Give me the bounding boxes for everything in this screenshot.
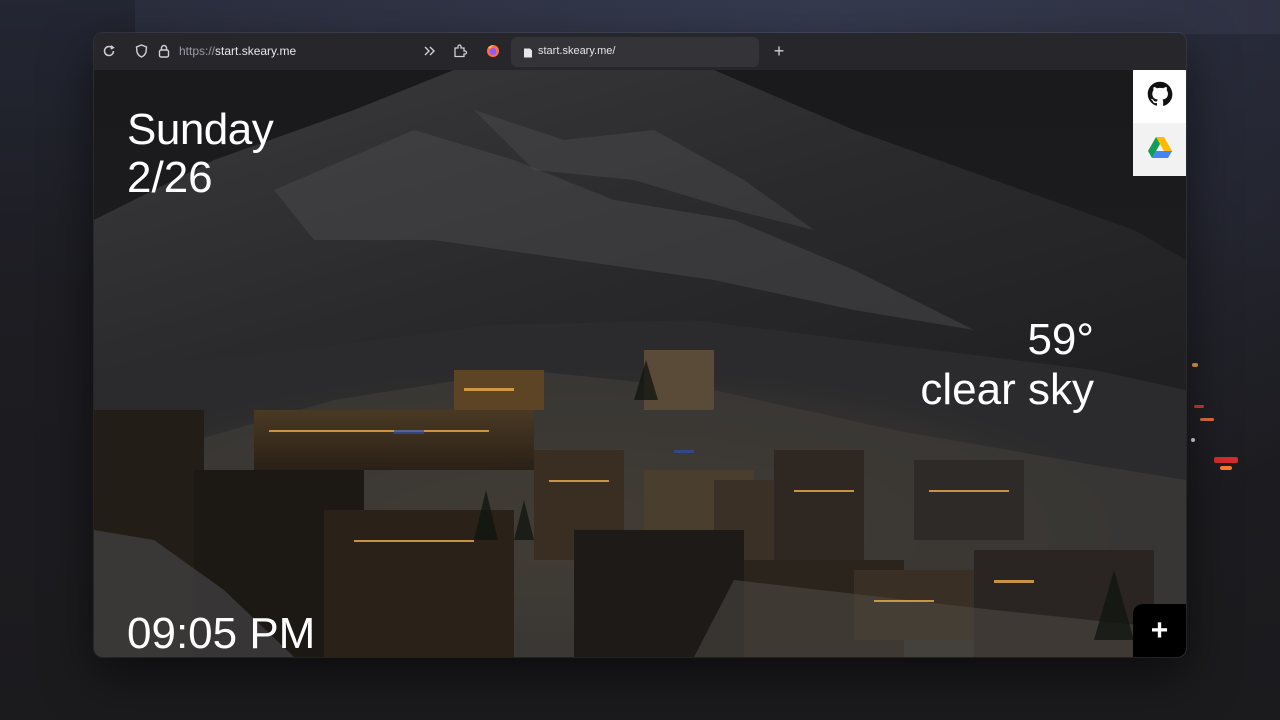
tab-start-skeary[interactable]: start.skeary.me/ <box>511 37 759 67</box>
lock-icon[interactable] <box>155 42 173 60</box>
extensions-icon[interactable] <box>451 42 469 60</box>
overflow-chevrons-icon[interactable] <box>421 42 439 60</box>
tab-title: start.skeary.me/ <box>538 45 616 57</box>
google-drive-icon <box>1147 136 1173 164</box>
start-page: Sunday 2/26 09:05 PM 59° clear sky + <box>94 70 1186 657</box>
reload-icon[interactable] <box>100 42 118 60</box>
ski-village-night-background <box>94 70 1186 657</box>
weather-condition: clear sky <box>920 365 1094 414</box>
firefox-icon[interactable] <box>484 42 502 60</box>
browser-toolbar: https://start.skeary.me start.skeary.me/… <box>94 33 1186 71</box>
new-tab-button[interactable]: + <box>768 40 790 62</box>
day-of-week: Sunday <box>127 105 274 154</box>
desktop-wallpaper-band <box>135 0 1280 34</box>
shortcut-google-drive[interactable] <box>1133 123 1186 176</box>
wallpaper-city-lights <box>1186 360 1256 480</box>
clock-time: 09:05 PM <box>127 609 316 658</box>
weather-temperature: 59° <box>1027 315 1094 364</box>
url-text[interactable]: https://start.skeary.me <box>179 44 296 58</box>
shield-icon[interactable] <box>132 42 150 60</box>
add-shortcut-button[interactable]: + <box>1133 604 1186 657</box>
shortcut-github[interactable] <box>1133 70 1186 123</box>
shortcut-bar <box>1133 70 1186 176</box>
github-icon <box>1146 80 1174 113</box>
page-favicon-icon <box>522 46 534 58</box>
browser-window: https://start.skeary.me start.skeary.me/… <box>94 33 1186 657</box>
date: 2/26 <box>127 153 213 202</box>
address-bar[interactable]: https://start.skeary.me <box>94 33 511 70</box>
